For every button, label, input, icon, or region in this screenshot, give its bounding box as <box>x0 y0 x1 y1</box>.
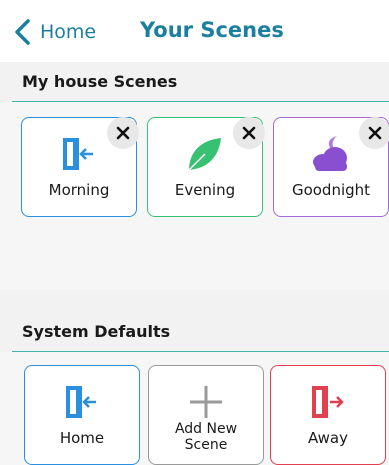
scene-label-line1: Add New <box>174 421 238 437</box>
add-new-scene-button[interactable]: Add New Scene <box>148 365 264 465</box>
section-header-system-defaults: System Defaults <box>0 312 389 352</box>
system-defaults-area: Home Add New Scene Away <box>0 352 389 465</box>
delete-scene-button[interactable] <box>233 117 265 149</box>
scene-label-line2: Scene <box>184 437 228 453</box>
scene-tile-morning[interactable]: Morning <box>21 117 139 217</box>
section-title: My house Scenes <box>22 72 178 91</box>
scene-label: Away <box>308 429 348 447</box>
back-label: Home <box>40 21 97 43</box>
close-icon <box>368 126 382 140</box>
scene-label: Home <box>59 429 105 447</box>
close-icon <box>242 126 256 140</box>
delete-scene-button[interactable] <box>359 117 389 149</box>
scene-tile-home[interactable]: Home <box>24 365 140 465</box>
delete-scene-button[interactable] <box>107 117 139 149</box>
section-header-my-scenes: My house Scenes <box>0 62 389 102</box>
chevron-left-icon <box>15 19 30 45</box>
section-title: System Defaults <box>22 322 171 341</box>
door-exit-icon <box>271 380 385 424</box>
plus-icon <box>149 380 263 424</box>
scene-tile-goodnight[interactable]: Goodnight <box>273 117 389 217</box>
close-icon <box>116 126 130 140</box>
scene-label: Evening <box>174 181 236 199</box>
back-button[interactable]: Home <box>10 18 96 46</box>
scene-label: Add New Scene <box>149 421 263 453</box>
my-scenes-area: Morning Evening Goodnight <box>0 102 389 290</box>
scene-tile-evening[interactable]: Evening <box>147 117 265 217</box>
scene-label: Goodnight <box>291 181 371 199</box>
page-title: Your Scenes <box>140 18 284 42</box>
scene-tile-away[interactable]: Away <box>270 365 386 465</box>
door-enter-icon <box>25 380 139 424</box>
top-nav-bar: Home Your Scenes <box>0 0 389 62</box>
scene-label: Morning <box>48 181 110 199</box>
